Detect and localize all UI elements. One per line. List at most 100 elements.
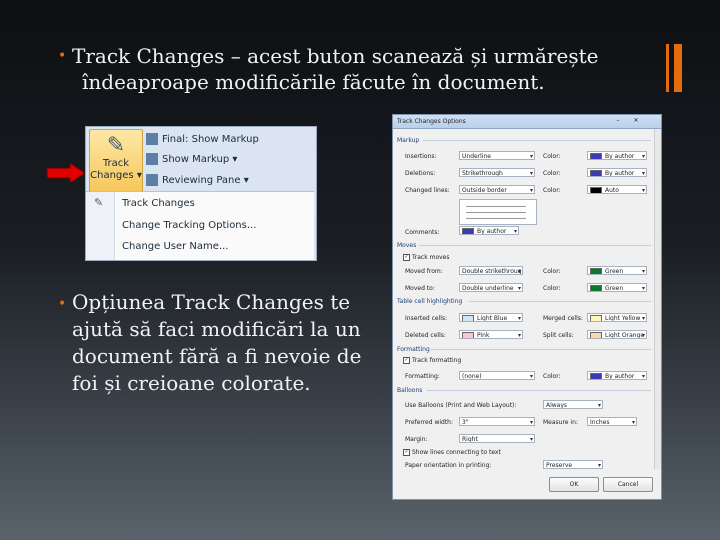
markup-section-line bbox=[423, 140, 651, 141]
balloons-section-line bbox=[427, 390, 651, 391]
formatting-color-value: By author bbox=[605, 373, 635, 380]
reviewing-pane-button[interactable]: Reviewing Pane ▾ bbox=[146, 171, 249, 189]
paper-orientation-select[interactable]: Preserve bbox=[543, 460, 603, 469]
auto-swatch bbox=[590, 186, 602, 193]
track-changes-label-2: Changes ▾ bbox=[90, 170, 142, 181]
dialog-scrollbar[interactable] bbox=[654, 129, 661, 469]
deletions-color-label: Color: bbox=[543, 170, 561, 177]
track-changes-button[interactable]: ✎ Track Changes ▾ bbox=[89, 129, 143, 193]
formatting-select[interactable]: (none) bbox=[459, 371, 535, 380]
final-show-markup-select[interactable]: Final: Show Markup bbox=[146, 130, 259, 148]
merged-cells-label: Merged cells: bbox=[543, 315, 583, 322]
inserted-cells-select[interactable]: Light Blue bbox=[459, 313, 523, 322]
by-author-swatch bbox=[590, 169, 602, 176]
insertions-color-select[interactable]: By author bbox=[587, 151, 647, 160]
accent-bar-thin bbox=[666, 44, 669, 92]
green-swatch bbox=[590, 267, 602, 274]
track-changes-options-dialog: Track Changes Options – ✕ Markup Inserti… bbox=[392, 114, 662, 500]
insertions-select[interactable]: Underline bbox=[459, 151, 535, 160]
light-blue-swatch bbox=[462, 314, 474, 321]
dialog-title: Track Changes Options bbox=[397, 118, 466, 125]
deletions-select[interactable]: Strikethrough bbox=[459, 168, 535, 177]
moved-to-label: Moved to: bbox=[405, 285, 435, 292]
comments-label: Comments: bbox=[405, 229, 440, 236]
by-author-swatch bbox=[590, 152, 602, 159]
preview-line bbox=[466, 212, 526, 213]
track-formatting-checkbox[interactable]: ✓ bbox=[403, 357, 410, 364]
track-changes-menu-icon: ✎ bbox=[94, 196, 104, 209]
moves-section-title: Moves bbox=[397, 242, 417, 249]
markup-preview bbox=[459, 199, 537, 225]
track-changes-label-1: Track bbox=[102, 158, 130, 169]
formatting-section-title: Formatting bbox=[397, 346, 430, 353]
preview-line bbox=[466, 218, 526, 219]
bullet-1-line-2: îndeaproape modificările făcute în docum… bbox=[82, 70, 545, 94]
menu-item-change-tracking-options[interactable]: Change Tracking Options... bbox=[122, 220, 256, 231]
track-moves-label: Track moves bbox=[412, 254, 450, 261]
use-balloons-select[interactable]: Always bbox=[543, 400, 603, 409]
deletions-color-select[interactable]: By author bbox=[587, 168, 647, 177]
split-cells-label: Split cells: bbox=[543, 332, 574, 339]
table-section-line bbox=[469, 301, 651, 302]
insertions-label: Insertions: bbox=[405, 153, 437, 160]
comments-color-value: By author bbox=[477, 228, 507, 235]
dialog-titlebar: Track Changes Options – ✕ bbox=[393, 115, 661, 129]
reviewing-pane-icon bbox=[146, 174, 158, 186]
moved-from-color-value: Green bbox=[605, 268, 624, 275]
deletions-color-value: By author bbox=[605, 170, 635, 177]
moved-to-color-select[interactable]: Green bbox=[587, 283, 647, 292]
bullet-1-line-1: Track Changes – acest buton scanează și … bbox=[72, 44, 599, 68]
light-yellow-swatch bbox=[590, 314, 602, 321]
close-icon[interactable]: ✕ bbox=[629, 117, 643, 125]
margin-select[interactable]: Right bbox=[459, 434, 535, 443]
menu-gutter: ✎ bbox=[86, 192, 115, 260]
show-markup-button[interactable]: Show Markup ▾ bbox=[146, 150, 237, 168]
show-markup-label: Show Markup ▾ bbox=[162, 153, 238, 165]
red-arrow-icon bbox=[46, 162, 86, 184]
formatting-color-label: Color: bbox=[543, 373, 561, 380]
moved-from-color-label: Color: bbox=[543, 268, 561, 275]
bullet-2-line-3: document fără a fi nevoie de bbox=[72, 344, 362, 368]
inserted-cells-value: Light Blue bbox=[477, 315, 508, 322]
bullet-2-line-1: Opțiunea Track Changes te bbox=[72, 290, 351, 314]
menu-item-change-user-name[interactable]: Change User Name... bbox=[122, 241, 228, 252]
preferred-width-label: Preferred width: bbox=[405, 419, 454, 426]
bullet-2-line-4: foi și creioane colorate. bbox=[72, 371, 311, 395]
measure-in-label: Measure in: bbox=[543, 419, 578, 426]
accent-bar-thick bbox=[674, 44, 682, 92]
ok-button[interactable]: OK bbox=[549, 477, 599, 492]
preferred-width-input[interactable]: 3" bbox=[459, 417, 535, 426]
moved-to-select[interactable]: Double underline bbox=[459, 283, 523, 292]
green-swatch bbox=[590, 284, 602, 291]
bullet-2-line-2: ajută să faci modificări la un bbox=[72, 317, 361, 341]
changed-lines-select[interactable]: Outside border bbox=[459, 185, 535, 194]
inserted-cells-label: Inserted cells: bbox=[405, 315, 448, 322]
changed-lines-color-select[interactable]: Auto bbox=[587, 185, 647, 194]
pink-swatch bbox=[462, 331, 474, 338]
track-moves-checkbox[interactable]: ✓ bbox=[403, 254, 410, 261]
display-for-review-icon bbox=[146, 133, 158, 145]
track-formatting-label: Track formatting bbox=[412, 357, 462, 364]
show-lines-checkbox[interactable]: ✓ bbox=[403, 449, 410, 456]
ribbon-screenshot: ✎ Track Changes ▾ Final: Show Markup Sho… bbox=[85, 126, 317, 261]
minimize-button[interactable]: – bbox=[611, 117, 625, 125]
measure-in-select[interactable]: Inches bbox=[587, 417, 637, 426]
moved-from-color-select[interactable]: Green bbox=[587, 266, 647, 275]
split-cells-select[interactable]: Light Orange bbox=[587, 330, 647, 339]
formatting-color-select[interactable]: By author bbox=[587, 371, 647, 380]
split-cells-value: Light Orange bbox=[605, 332, 645, 339]
cancel-button[interactable]: Cancel bbox=[603, 477, 653, 492]
changed-lines-color-value: Auto bbox=[605, 187, 619, 194]
use-balloons-label: Use Balloons (Print and Web Layout): bbox=[405, 402, 517, 409]
menu-item-track-changes[interactable]: Track Changes bbox=[122, 198, 195, 209]
track-changes-icon: ✎ bbox=[106, 133, 126, 158]
show-lines-label: Show lines connecting to text bbox=[412, 449, 501, 456]
moved-from-select[interactable]: Double strikethrough bbox=[459, 266, 523, 275]
moves-section-line bbox=[419, 245, 651, 246]
deleted-cells-select[interactable]: Pink bbox=[459, 330, 523, 339]
insertions-color-value: By author bbox=[605, 153, 635, 160]
merged-cells-select[interactable]: Light Yellow bbox=[587, 313, 647, 322]
comments-color-select[interactable]: By author bbox=[459, 226, 519, 235]
bullet-2-marker: • bbox=[58, 296, 67, 312]
moved-to-color-label: Color: bbox=[543, 285, 561, 292]
